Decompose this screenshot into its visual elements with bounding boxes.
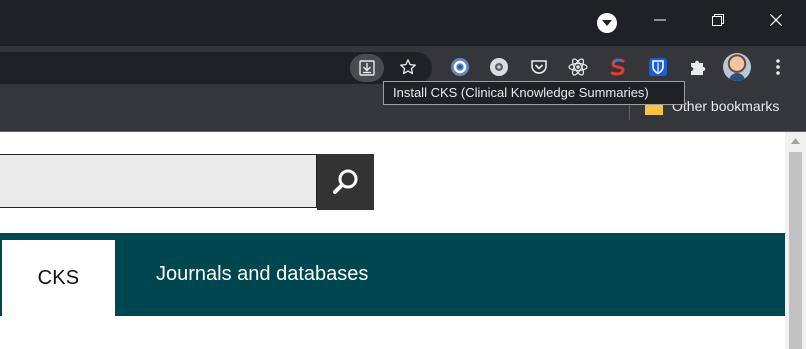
s-extension-button[interactable] — [604, 53, 632, 81]
restore-icon — [712, 14, 724, 26]
close-icon — [770, 14, 782, 26]
kebab-menu-icon — [776, 59, 780, 75]
loop-extension-icon — [451, 58, 469, 76]
tab-journals-and-databases[interactable]: Journals and databases — [156, 233, 368, 316]
search-input[interactable] — [0, 154, 317, 208]
tab-cks[interactable]: CKS — [2, 240, 115, 316]
chevron-down-icon — [602, 20, 612, 26]
react-icon — [568, 58, 588, 76]
other-bookmarks-link[interactable]: Other bookmarks — [672, 98, 779, 114]
loop-extension-button[interactable] — [446, 53, 474, 81]
scrollbar-thumb[interactable] — [789, 152, 802, 349]
search-icon — [332, 169, 357, 194]
bookmark-star-button[interactable] — [394, 53, 422, 81]
install-app-button[interactable] — [350, 54, 384, 82]
page-scrollbar[interactable] — [785, 132, 806, 349]
restore-button[interactable] — [695, 0, 741, 40]
star-icon — [400, 59, 416, 75]
bitwarden-shield-icon — [649, 58, 667, 76]
install-app-icon — [359, 60, 375, 76]
minimize-button[interactable] — [637, 0, 683, 40]
react-devtools-button[interactable] — [564, 53, 592, 81]
search-button[interactable] — [317, 154, 374, 210]
main-navigation: CKS Journals and databases — [0, 233, 785, 316]
install-tooltip: Install CKS (Clinical Knowledge Summarie… — [383, 81, 685, 105]
pocket-icon — [531, 60, 547, 74]
gear-extension-icon — [490, 58, 508, 76]
page-content: CKS Journals and databases — [0, 132, 785, 349]
gear-extension-button[interactable] — [485, 53, 513, 81]
minimize-icon — [654, 19, 666, 21]
chrome-menu-button[interactable] — [764, 53, 792, 81]
browser-titlebar — [0, 0, 806, 46]
profile-avatar[interactable] — [723, 53, 751, 81]
close-button[interactable] — [753, 0, 799, 40]
extensions-icon — [691, 60, 706, 75]
pocket-button[interactable] — [525, 53, 553, 81]
extensions-button[interactable] — [684, 53, 712, 81]
bitwarden-button[interactable] — [644, 53, 672, 81]
scroll-up-arrow-icon[interactable] — [791, 138, 800, 144]
s-extension-icon — [610, 58, 625, 76]
tab-search-button[interactable] — [597, 13, 617, 33]
